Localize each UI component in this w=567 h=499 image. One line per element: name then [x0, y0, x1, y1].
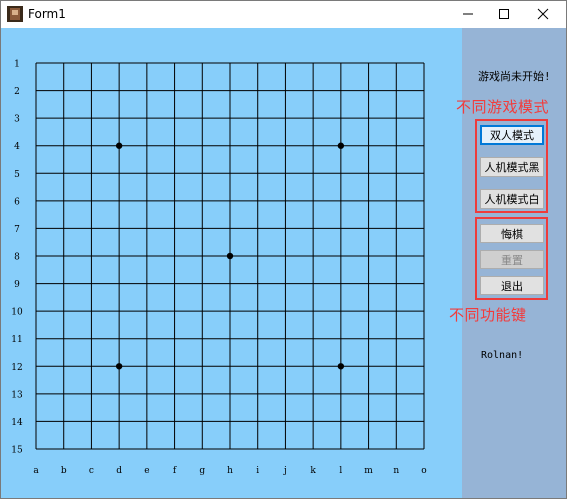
undo-button[interactable]: 悔棋 [480, 224, 544, 243]
col-label: f [173, 466, 177, 476]
col-label: d [116, 466, 122, 476]
col-label: c [89, 466, 94, 476]
author-label: Rolnan! [481, 350, 524, 361]
row-label: 11 [11, 335, 22, 345]
col-label: a [33, 466, 39, 476]
row-label: 6 [14, 197, 20, 207]
star-point [337, 363, 345, 370]
row-label: 14 [11, 418, 23, 428]
close-icon [537, 8, 549, 20]
row-label: 8 [14, 253, 20, 263]
col-label: o [421, 466, 426, 476]
row-label: 5 [14, 170, 20, 180]
row-label: 4 [14, 142, 20, 152]
row-label: 2 [14, 87, 20, 97]
star-point [115, 142, 123, 149]
two-player-mode-button[interactable]: 双人模式 [480, 125, 544, 145]
star-point [115, 363, 123, 370]
col-label: e [144, 466, 149, 476]
gomoku-board[interactable]: 123456789101112131415a b c d e f g h i j k l m n o [0, 0, 462, 499]
col-label: n [393, 466, 399, 476]
row-label: 3 [14, 115, 20, 125]
col-label: l [339, 466, 342, 476]
ai-white-mode-button[interactable]: 人机模式白 [480, 189, 544, 209]
col-label: i [256, 466, 259, 476]
maximize-icon [499, 9, 509, 19]
col-label: j [283, 466, 287, 476]
reset-button[interactable]: 重置 [480, 250, 544, 269]
game-status-text: 游戏尚未开始! [478, 70, 551, 83]
close-button[interactable] [525, 0, 561, 28]
row-label: 9 [14, 280, 20, 290]
row-label: 10 [11, 308, 23, 318]
maximize-button[interactable] [486, 0, 522, 28]
col-label: b [61, 466, 67, 476]
function-annotation: 不同功能键 [449, 306, 527, 324]
star-point [337, 142, 345, 149]
row-label: 7 [14, 225, 20, 235]
minimize-icon [463, 13, 473, 15]
row-label: 12 [11, 363, 22, 373]
ai-black-mode-button[interactable]: 人机模式黑 [480, 157, 544, 177]
row-label: 1 [14, 60, 20, 70]
exit-button[interactable]: 退出 [480, 276, 544, 295]
col-label: k [310, 466, 316, 476]
col-label: m [364, 466, 373, 476]
col-label: g [199, 466, 205, 476]
mode-annotation: 不同游戏模式 [456, 98, 550, 116]
row-label: 15 [11, 446, 23, 456]
col-label: h [227, 466, 233, 476]
star-point [226, 252, 234, 260]
row-label: 13 [11, 390, 23, 400]
